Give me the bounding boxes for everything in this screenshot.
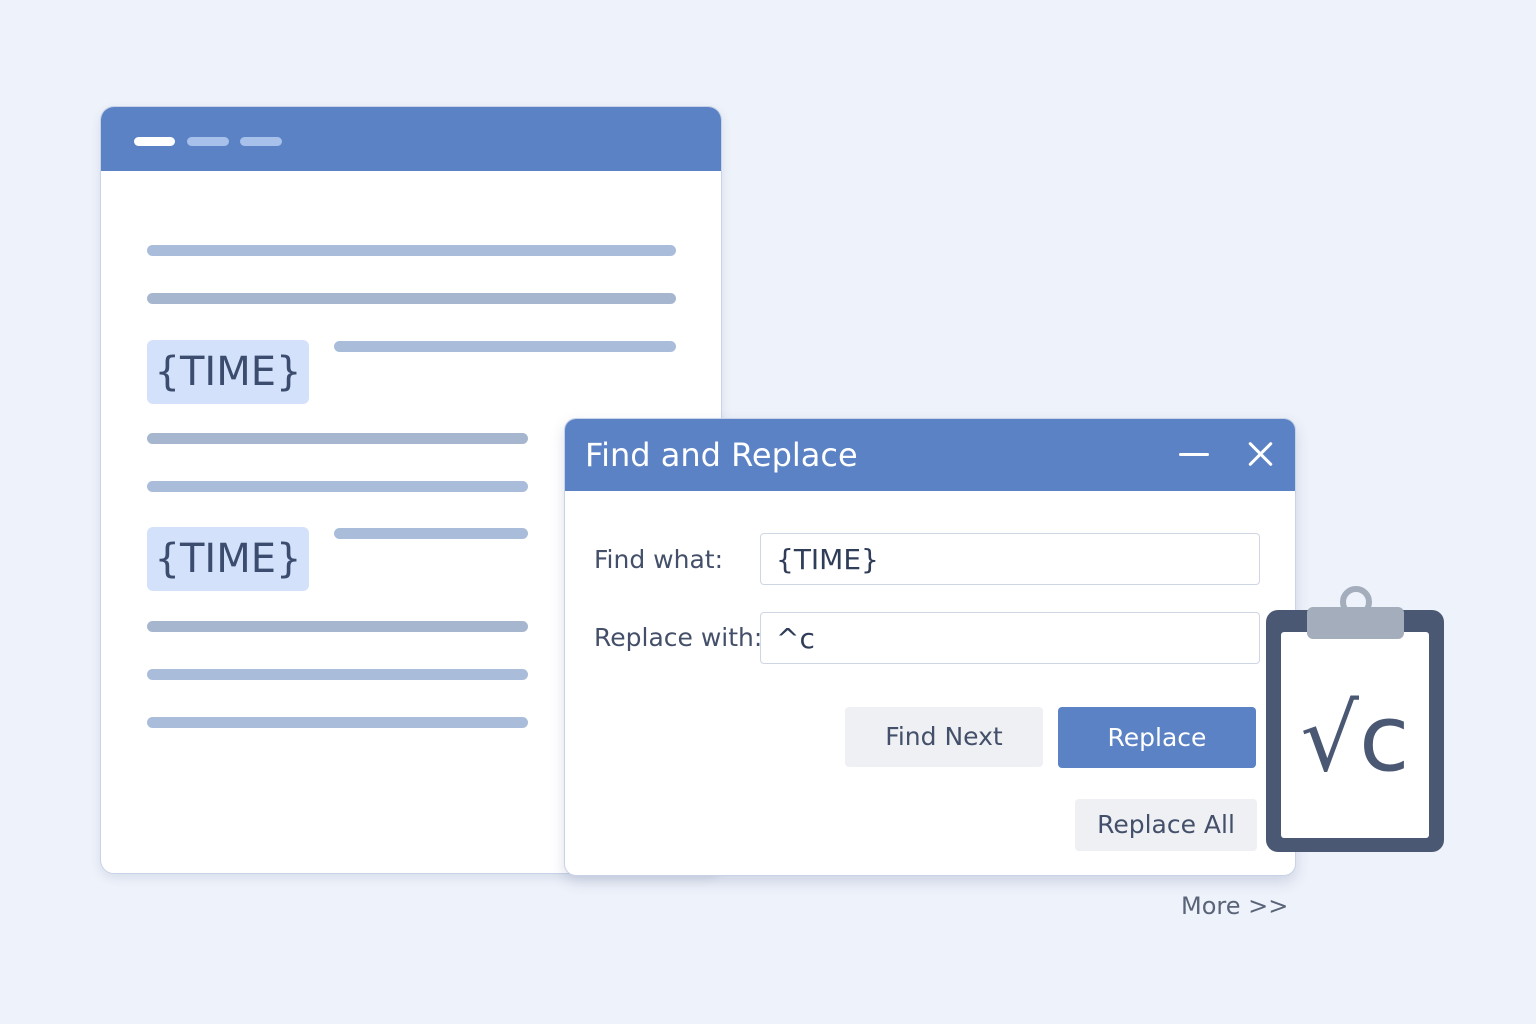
- clipboard-icon: √c: [1266, 586, 1444, 852]
- replace-with-input[interactable]: ^c: [760, 612, 1260, 664]
- dialog-title-bar: Find and Replace: [565, 419, 1295, 491]
- text-line: [147, 433, 528, 444]
- replace-all-button[interactable]: Replace All: [1075, 799, 1257, 851]
- document-title-bar: [101, 107, 721, 171]
- time-placeholder-token[interactable]: {TIME}: [147, 527, 309, 591]
- clipboard-content: √c: [1300, 685, 1409, 792]
- find-what-label: Find what:: [594, 545, 724, 574]
- find-next-button[interactable]: Find Next: [845, 707, 1043, 767]
- replace-button[interactable]: Replace: [1058, 707, 1256, 768]
- text-line: [147, 621, 528, 632]
- minimize-icon[interactable]: [1179, 453, 1209, 456]
- text-line: [334, 341, 676, 352]
- find-what-input[interactable]: {TIME}: [760, 533, 1260, 585]
- find-replace-dialog: Find and Replace Find what: {TIME} Repla…: [564, 418, 1296, 876]
- title-bar-pill: [240, 137, 282, 146]
- title-bar-pill: [187, 137, 229, 146]
- text-line: [334, 528, 528, 539]
- text-line: [147, 669, 528, 680]
- text-line: [147, 717, 528, 728]
- text-line: [147, 245, 676, 256]
- time-placeholder-token[interactable]: {TIME}: [147, 340, 309, 404]
- close-icon[interactable]: [1247, 441, 1273, 467]
- replace-with-label: Replace with:: [594, 623, 763, 652]
- text-line: [147, 481, 528, 492]
- dialog-title: Find and Replace: [585, 436, 858, 474]
- title-bar-pill: [134, 137, 175, 146]
- text-line: [147, 293, 676, 304]
- more-options-link[interactable]: More >>: [1181, 892, 1288, 920]
